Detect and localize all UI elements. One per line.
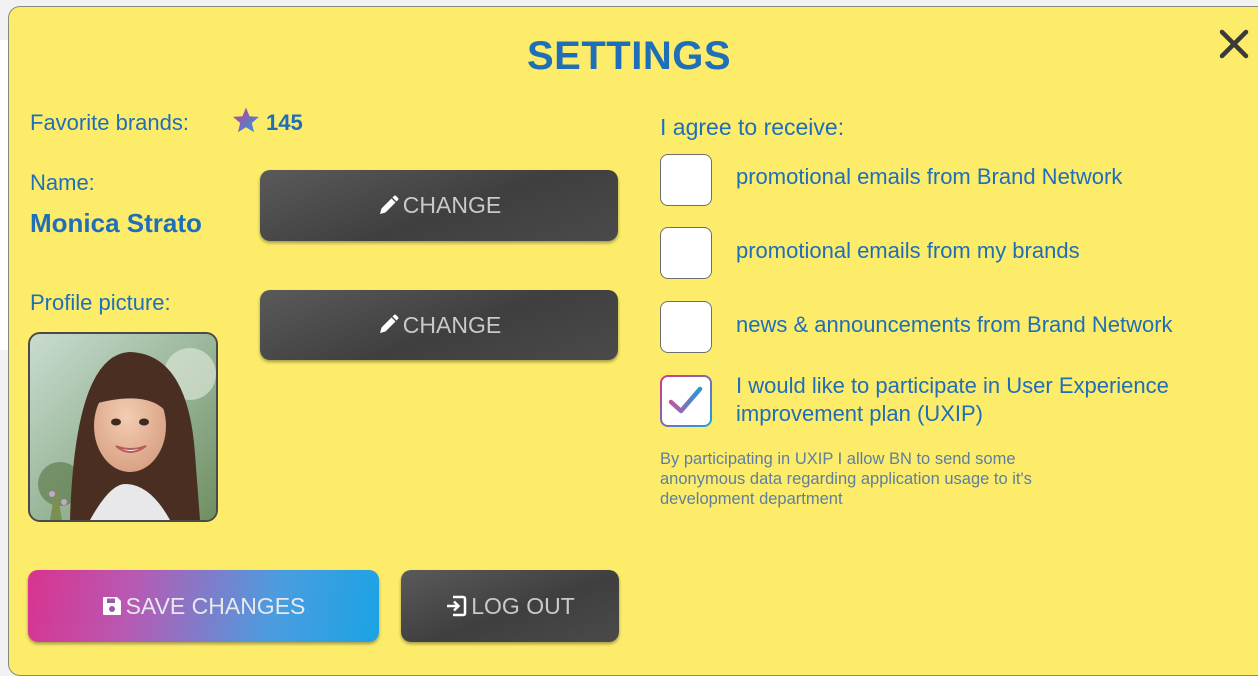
checkbox-label-news-announcements: news & announcements from Brand Network [736, 312, 1173, 337]
floppy-disk-icon [102, 597, 121, 615]
user-name: Monica Strato [30, 208, 202, 238]
save-changes-button[interactable]: SAVE CHANGES [28, 570, 379, 642]
checkbox-brand-network-emails[interactable] [660, 154, 712, 206]
checkbox-label-uxip: I would like to participate in User Expe… [736, 373, 1169, 426]
checkbox-label-my-brands-emails: promotional emails from my brands [736, 238, 1080, 263]
consent-heading: I agree to receive: [660, 114, 845, 140]
dialog-title: SETTINGS [526, 34, 732, 78]
star-icon [233, 107, 259, 133]
close-button[interactable] [1212, 22, 1256, 66]
change-picture-button[interactable]: CHANGE [260, 290, 618, 360]
favorite-brands-count: 145 [266, 110, 303, 135]
sign-out-icon [447, 595, 467, 617]
profile-picture [28, 332, 218, 522]
checkbox-uxip[interactable] [660, 375, 712, 427]
close-x-icon [1219, 29, 1249, 59]
favorite-brands-label: Favorite brands: [30, 110, 189, 135]
pencil-icon [379, 314, 399, 333]
save-changes-label: SAVE CHANGES [125, 592, 306, 619]
change-name-button[interactable]: CHANGE [260, 170, 618, 241]
checkbox-label-brand-network-emails: promotional emails from Brand Network [736, 164, 1123, 189]
change-picture-label: CHANGE [402, 311, 502, 338]
logout-button[interactable]: LOG OUT [401, 570, 619, 642]
name-label: Name: [30, 170, 95, 195]
avatar-photo [30, 334, 216, 520]
checkbox-my-brands-emails[interactable] [660, 227, 712, 279]
change-name-label: CHANGE [402, 192, 502, 218]
profile-picture-label: Profile picture: [30, 290, 171, 315]
pencil-icon [379, 195, 399, 214]
logout-label: LOG OUT [471, 592, 575, 619]
uxip-note: By participating in UXIP I allow BN to s… [660, 450, 1032, 508]
checkmark-icon [668, 386, 703, 414]
checkbox-news-announcements[interactable] [660, 301, 712, 353]
